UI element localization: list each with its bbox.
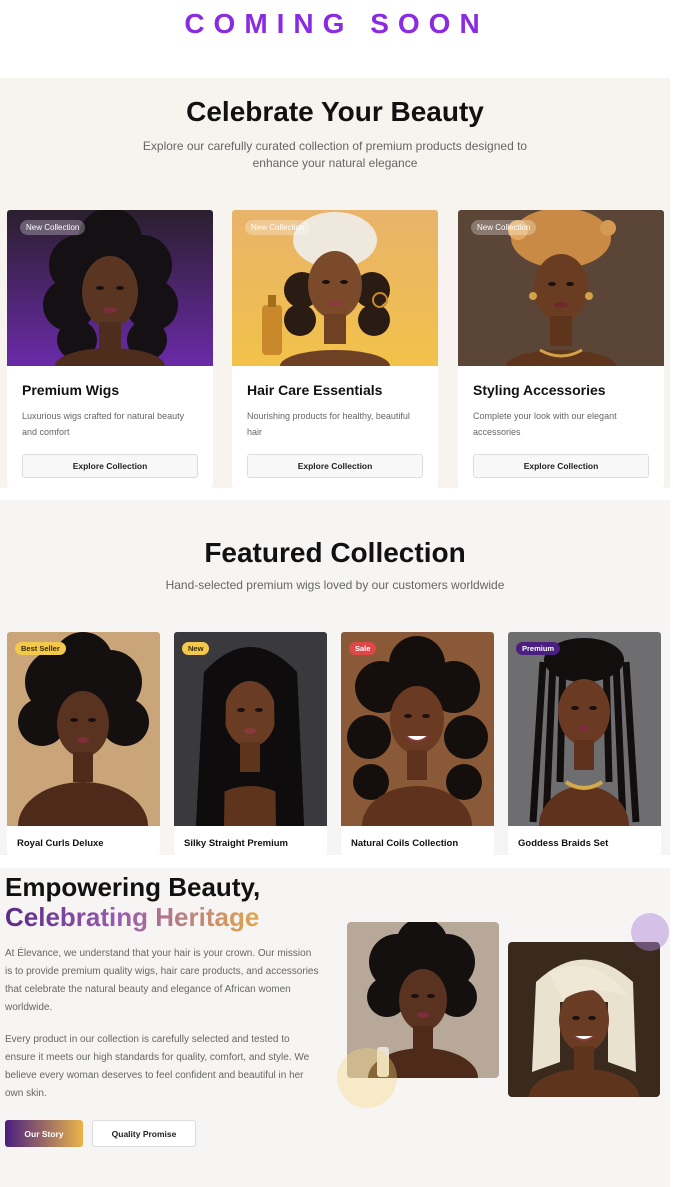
- about-section: Empowering Beauty, Celebrating Heritage …: [0, 868, 670, 1187]
- category-description: Nourishing products for healthy, beautif…: [247, 411, 410, 437]
- explore-collection-button[interactable]: Explore Collection: [473, 454, 649, 478]
- quality-promise-button[interactable]: Quality Promise: [92, 1120, 196, 1147]
- best-seller-badge: Best Seller: [15, 642, 66, 655]
- banner-text: COMING SOON: [184, 8, 489, 39]
- coming-soon-banner: COMING SOON: [0, 0, 673, 48]
- hero-title: Celebrate Your Beauty: [186, 96, 484, 127]
- about-title-line1: Empowering Beauty,: [5, 872, 261, 902]
- about-paragraph-1: At Élevance, we understand that your hai…: [5, 948, 319, 1013]
- product-name: Natural Coils Collection: [351, 838, 459, 849]
- product-image: [174, 632, 327, 826]
- product-card[interactable]: New Silky Straight Premium: [174, 632, 327, 855]
- about-title-line2: Celebrating Heritage: [5, 902, 260, 932]
- category-card-hair-care[interactable]: New Collection Hair Care Essentials Nour…: [232, 210, 438, 488]
- hero-subtitle: Explore our carefully curated collection…: [142, 139, 528, 170]
- sale-badge: Sale: [349, 642, 377, 655]
- explore-collection-button[interactable]: Explore Collection: [22, 454, 198, 478]
- category-card-premium-wigs[interactable]: New Collection Premium Wigs Luxurious wi…: [7, 210, 213, 488]
- product-name: Royal Curls Deluxe: [17, 838, 104, 849]
- new-badge: New: [182, 642, 210, 655]
- product-name: Silky Straight Premium: [184, 838, 289, 849]
- product-card[interactable]: Premium Goddess Braids Set: [508, 632, 661, 855]
- about-paragraph-2: Every product in our collection is caref…: [5, 1034, 310, 1099]
- category-title: Hair Care Essentials: [247, 382, 383, 398]
- product-image: [341, 632, 494, 826]
- new-collection-tag: New Collection: [245, 220, 311, 235]
- category-section: Celebrate Your Beauty Explore our carefu…: [0, 78, 670, 488]
- new-collection-tag: New Collection: [20, 220, 86, 235]
- product-card[interactable]: Sale Natural Coils Collection: [341, 632, 494, 855]
- product-card[interactable]: Best Seller Royal Curls Deluxe: [7, 632, 160, 855]
- about-photo-blonde: [508, 942, 660, 1097]
- product-name: Goddess Braids Set: [518, 838, 609, 849]
- explore-collection-button[interactable]: Explore Collection: [247, 454, 423, 478]
- product-image: [7, 632, 160, 826]
- new-collection-tag: New Collection: [471, 220, 537, 235]
- featured-section: Featured Collection Hand-selected premiu…: [0, 500, 670, 855]
- decorative-circle-yellow: [337, 1048, 397, 1108]
- our-story-button[interactable]: Our Story: [5, 1120, 83, 1147]
- product-image: [508, 632, 661, 826]
- featured-subtitle: Hand-selected premium wigs loved by our …: [165, 578, 505, 592]
- decorative-circle-purple: [631, 913, 669, 951]
- category-description: Complete your look with our elegant acce…: [473, 411, 617, 437]
- category-title: Styling Accessories: [473, 382, 606, 398]
- category-description: Luxurious wigs crafted for natural beaut…: [22, 411, 185, 437]
- category-card-styling-accessories[interactable]: New Collection Styling Accessories Compl…: [458, 210, 664, 488]
- featured-title: Featured Collection: [204, 537, 466, 568]
- premium-badge: Premium: [516, 642, 561, 655]
- category-title: Premium Wigs: [22, 382, 120, 398]
